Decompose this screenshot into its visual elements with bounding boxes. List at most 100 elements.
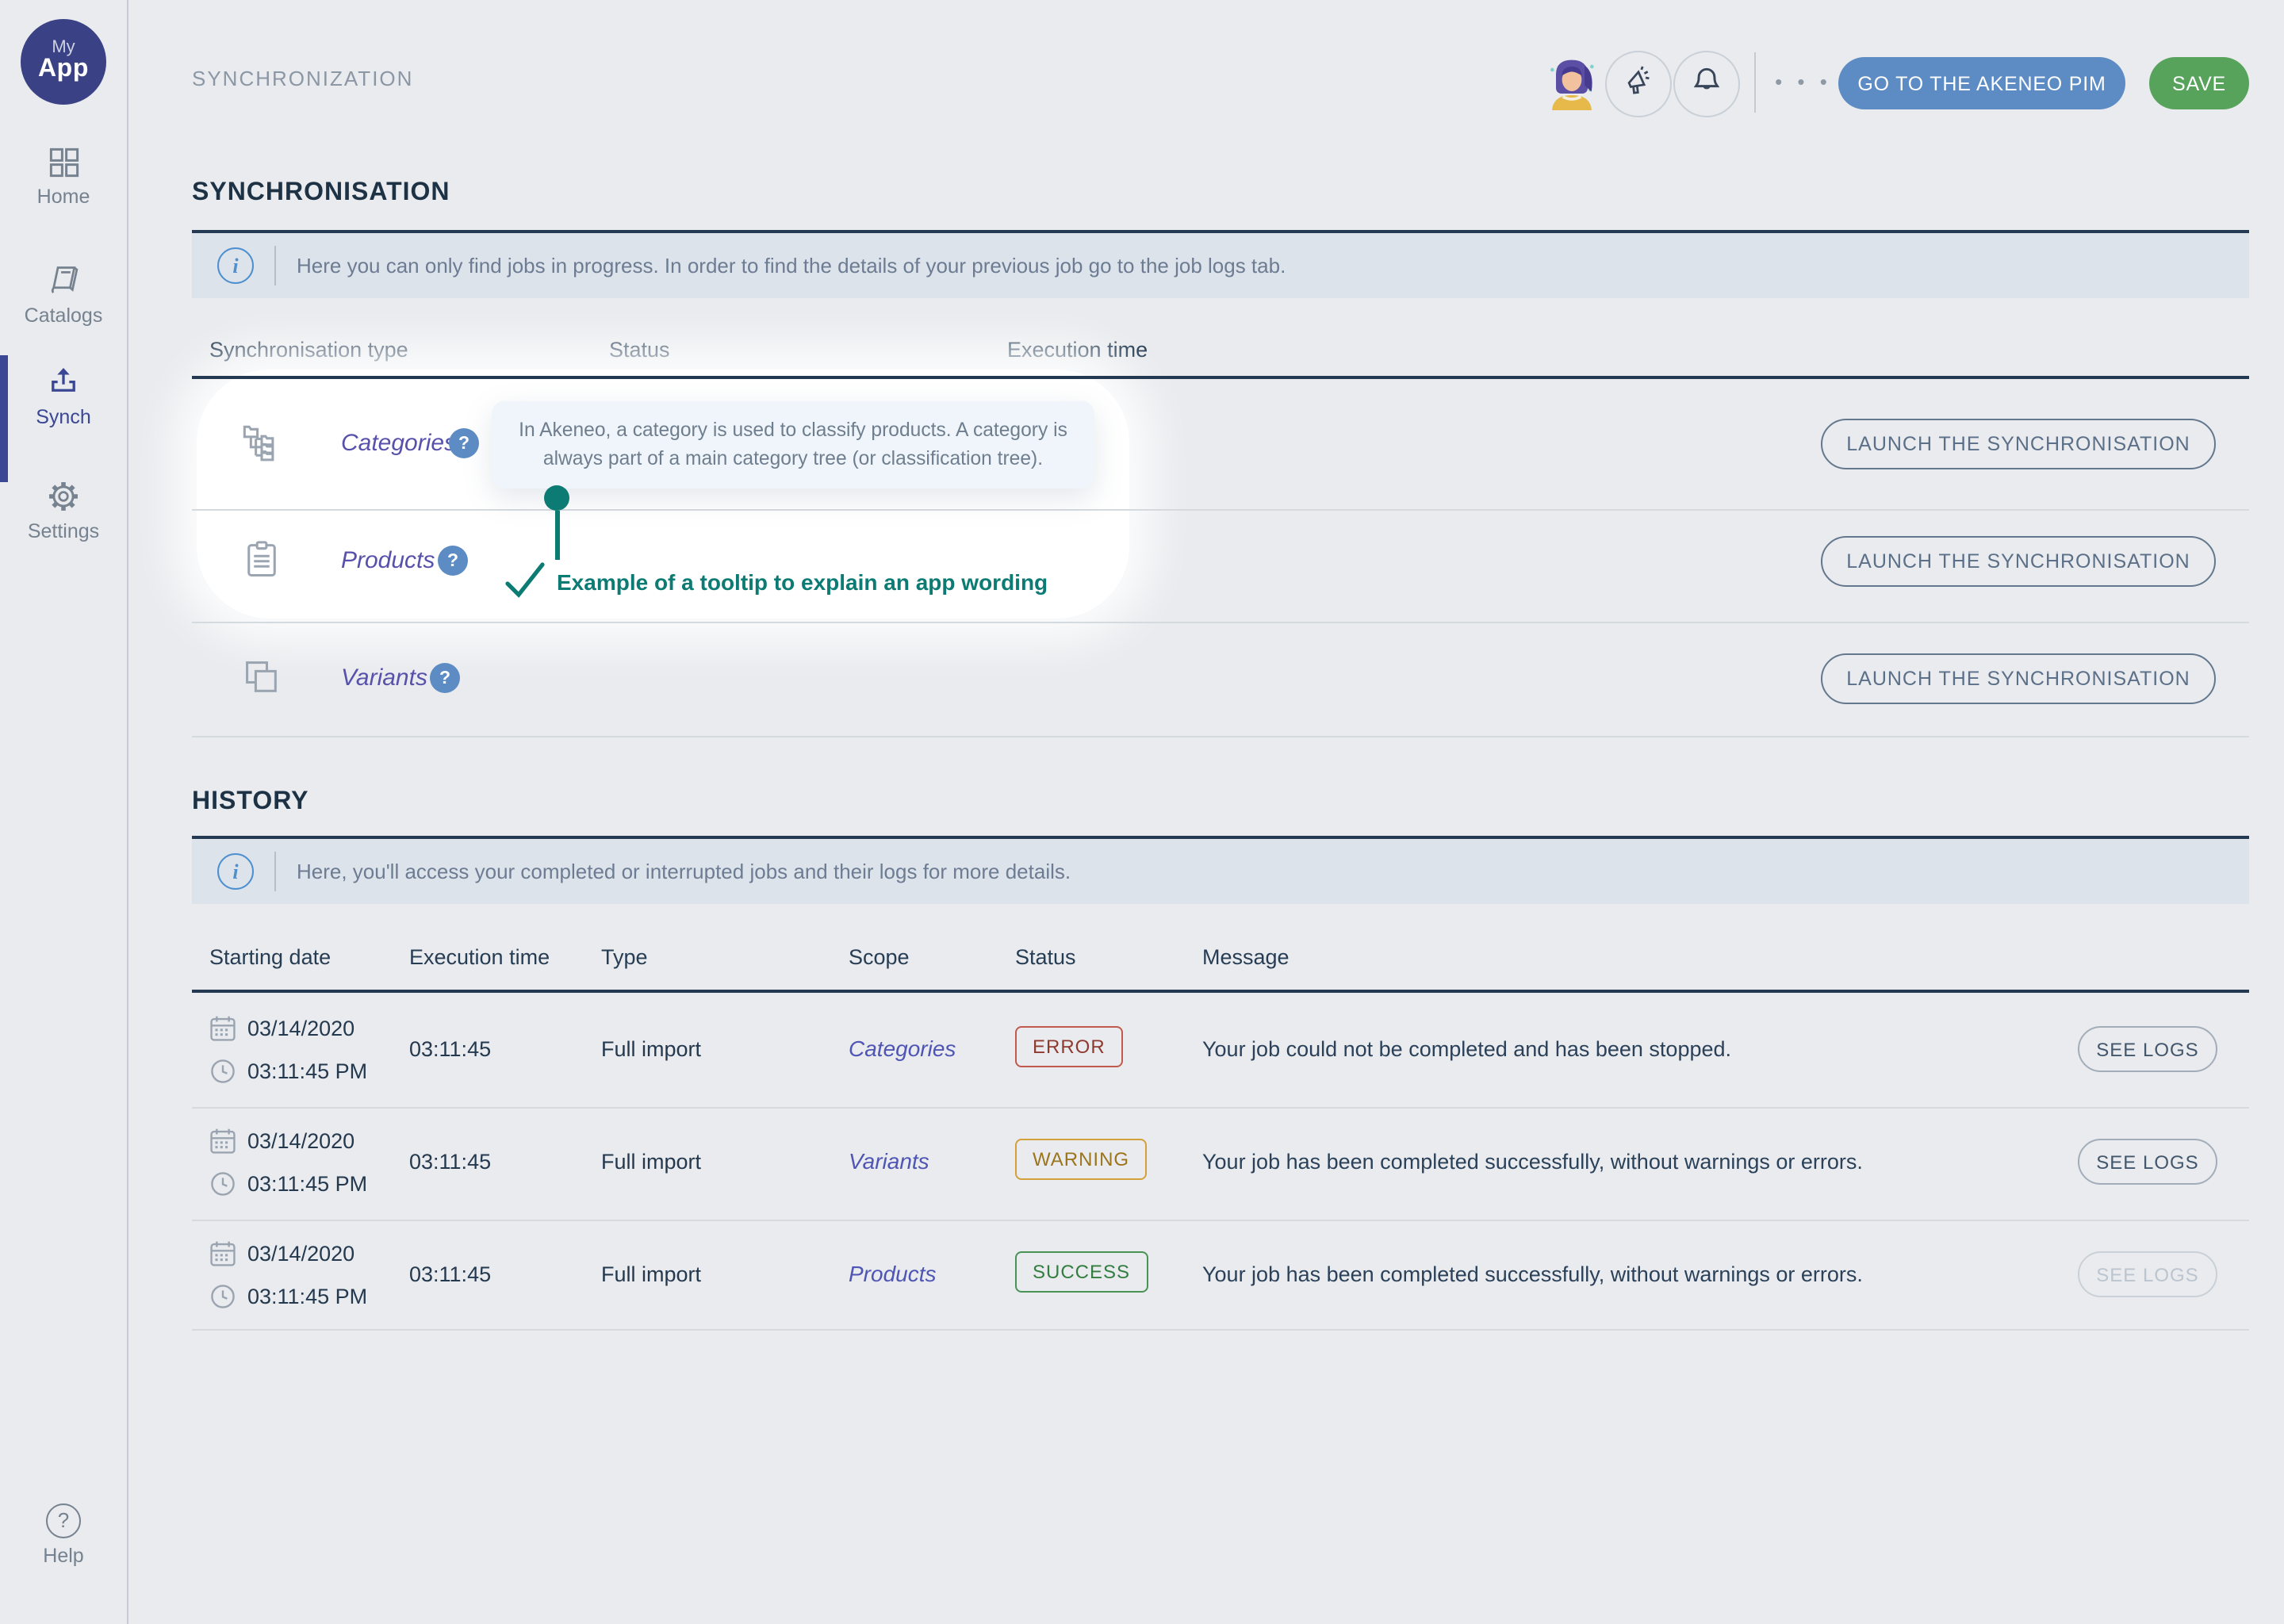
synch-upload-icon (0, 365, 127, 400)
products-help-badge[interactable]: ? (438, 546, 468, 576)
question-glyph: ? (439, 668, 450, 688)
row-divider (192, 1329, 2249, 1331)
variants-layers-icon (241, 657, 282, 706)
status-badge: ERROR (1015, 1026, 1123, 1067)
history-info-text: Here, you'll access your completed or in… (297, 860, 1071, 883)
sidebar-item-synch[interactable]: Synch (0, 365, 127, 428)
see-logs-button-disabled: SEE LOGS (2078, 1251, 2217, 1297)
tooltip-pointer-dot (544, 485, 569, 511)
sync-col-execution-time: Execution time (1007, 338, 1148, 362)
announcements-button[interactable] (1605, 51, 1672, 117)
launch-sync-products-button[interactable]: LAUNCH THE SYNCHRONISATION (1821, 536, 2216, 587)
logo-text-bottom: App (38, 58, 89, 85)
calendar-icon (209, 1015, 236, 1050)
info-icon: i (217, 853, 254, 890)
sync-col-status: Status (609, 338, 670, 362)
see-logs-button[interactable]: SEE LOGS (2078, 1139, 2217, 1185)
info-banner-divider (274, 852, 276, 891)
tooltip-bubble: In Akeneo, a category is used to classif… (492, 401, 1094, 488)
hist-scope-link[interactable]: Categories (849, 1036, 956, 1061)
row-divider (192, 622, 2249, 623)
sidebar-item-label: Settings (28, 520, 99, 542)
sidebar-item-label: Synch (36, 406, 91, 428)
row-divider (192, 1107, 2249, 1109)
status-badge: WARNING (1015, 1139, 1147, 1180)
home-icon (0, 146, 127, 179)
calendar-icon (209, 1128, 236, 1162)
app-root: My App Home Catalogs (0, 0, 2284, 1624)
hist-message: Your job has been completed successfully… (1202, 1150, 1863, 1174)
hist-scope-link[interactable]: Variants (849, 1148, 929, 1174)
hist-exec-time: 03:11:45 (409, 1150, 491, 1174)
row-divider (192, 736, 2249, 737)
hist-message: Your job has been completed successfully… (1202, 1262, 1863, 1286)
see-logs-button[interactable]: SEE LOGS (2078, 1026, 2217, 1072)
hist-type: Full import (601, 1037, 701, 1061)
sync-row-label: Variants (341, 665, 427, 691)
categories-tree-icon (241, 422, 282, 471)
sidebar-item-catalogs[interactable]: Catalogs (0, 263, 127, 327)
sync-col-type: Synchronisation type (209, 338, 408, 362)
row-divider (192, 1220, 2249, 1221)
sync-section-title: SYNCHRONISATION (192, 179, 450, 208)
megaphone-icon (1621, 63, 1656, 105)
hist-message: Your job could not be completed and has … (1202, 1037, 1731, 1061)
hist-type: Full import (601, 1150, 701, 1174)
status-badge: SUCCESS (1015, 1251, 1148, 1293)
categories-help-badge[interactable]: ? (449, 428, 479, 458)
hist-time: 03:11:45 PM (247, 1285, 367, 1308)
hist-date: 03/14/2020 (247, 1242, 354, 1266)
help-glyph: ? (58, 1508, 69, 1532)
help-icon: ? (46, 1503, 81, 1538)
sync-row-label: Products (341, 547, 435, 574)
overflow-menu[interactable]: • • • (1767, 70, 1840, 94)
hist-date: 03/14/2020 (247, 1129, 354, 1153)
sync-info-banner: i Here you can only find jobs in progres… (192, 233, 2249, 298)
sidebar-item-settings[interactable]: Settings (0, 479, 127, 542)
go-to-akeneo-pim-button[interactable]: GO TO THE AKENEO PIM (1838, 57, 2125, 109)
catalogs-icon (0, 263, 127, 298)
variants-help-badge[interactable]: ? (430, 663, 460, 693)
gear-icon (0, 479, 127, 514)
info-glyph: i (232, 253, 238, 278)
app-logo: My App (21, 19, 106, 105)
clock-icon (209, 1058, 236, 1093)
hist-col-execution-time: Execution time (409, 945, 550, 969)
page-title: SYNCHRONIZATION (192, 67, 413, 90)
question-glyph: ? (447, 551, 458, 570)
sync-table-top-line (192, 376, 2249, 379)
launch-sync-categories-button[interactable]: LAUNCH THE SYNCHRONISATION (1821, 419, 2216, 469)
user-avatar[interactable] (1540, 51, 1604, 122)
hist-col-status: Status (1015, 945, 1076, 969)
hist-exec-time: 03:11:45 (409, 1037, 491, 1061)
sidebar-item-home[interactable]: Home (0, 146, 127, 208)
clock-icon (209, 1170, 236, 1205)
notifications-button[interactable] (1673, 51, 1740, 117)
hist-col-type: Type (601, 945, 648, 969)
info-glyph: i (232, 859, 238, 884)
question-glyph: ? (458, 434, 469, 453)
hist-col-starting-date: Starting date (209, 945, 331, 969)
history-table-top-line (192, 990, 2249, 993)
hist-time: 03:11:45 PM (247, 1172, 367, 1196)
row-divider (192, 509, 2249, 511)
sidebar-item-label: Help (43, 1545, 83, 1567)
hist-exec-time: 03:11:45 (409, 1262, 491, 1286)
sidebar: My App Home Catalogs (0, 0, 128, 1624)
info-icon: i (217, 247, 254, 284)
history-info-banner: i Here, you'll access your completed or … (192, 839, 2249, 904)
hist-date: 03/14/2020 (247, 1017, 354, 1040)
sync-info-text: Here you can only find jobs in progress.… (297, 254, 1286, 278)
sync-row-label: Categories (341, 430, 456, 457)
sidebar-item-label: Home (37, 186, 90, 208)
calendar-icon (209, 1240, 236, 1275)
save-button[interactable]: SAVE (2149, 57, 2249, 109)
sidebar-item-help[interactable]: ? Help (0, 1503, 127, 1567)
hist-type: Full import (601, 1262, 701, 1286)
launch-sync-variants-button[interactable]: LAUNCH THE SYNCHRONISATION (1821, 653, 2216, 704)
bell-icon (1689, 63, 1724, 105)
hist-time: 03:11:45 PM (247, 1059, 367, 1083)
history-section-title: HISTORY (192, 788, 308, 817)
hist-scope-link[interactable]: Products (849, 1261, 937, 1286)
logo-text-top: My (52, 40, 75, 58)
